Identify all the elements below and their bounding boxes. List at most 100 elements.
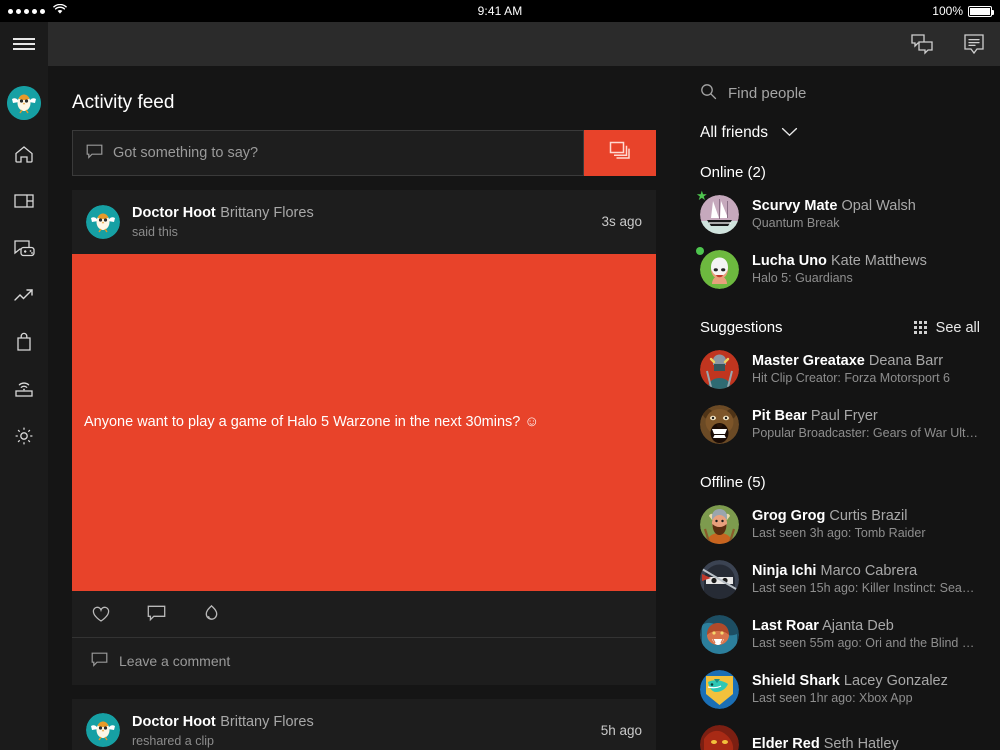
comment-bubble-icon bbox=[91, 652, 108, 670]
sidebar-item-console[interactable] bbox=[0, 365, 48, 412]
leave-comment-field[interactable]: Leave a comment bbox=[72, 638, 656, 685]
section-header-online: Online (2) bbox=[680, 142, 1000, 187]
feed-post: Doctor Hoot Brittany Flores reshared a c… bbox=[72, 698, 656, 750]
friend-gamertag: Pit Bear bbox=[752, 408, 807, 425]
friend-list-item[interactable]: Lucha Uno Kate Matthews Halo 5: Guardian… bbox=[680, 242, 1000, 297]
friend-gamertag: Grog Grog bbox=[752, 508, 826, 525]
friend-names: Ninja Ichi Marco Cabrera Last seen 15h a… bbox=[752, 562, 980, 597]
messages-icon[interactable] bbox=[948, 22, 1000, 66]
friend-status: Halo 5: Guardians bbox=[752, 271, 853, 286]
comment-bubble-icon bbox=[86, 144, 103, 163]
friend-list-item[interactable]: Elder Red Seth Hatley bbox=[680, 717, 1000, 750]
status-bar-right: 100% bbox=[932, 4, 994, 18]
friend-gamertag: Scurvy Mate bbox=[752, 198, 838, 215]
friend-gamertag: Lucha Uno bbox=[752, 253, 827, 270]
friend-names: Lucha Uno Kate Matthews Halo 5: Guardian… bbox=[752, 252, 927, 287]
search-input[interactable]: Find people bbox=[680, 66, 1000, 104]
post-subtitle: said this bbox=[132, 225, 178, 239]
friend-gamertag: Shield Shark bbox=[752, 673, 840, 690]
friends-filter-dropdown[interactable]: All friends bbox=[680, 104, 1000, 142]
sidebar-item-trending[interactable] bbox=[0, 271, 48, 318]
shark-shield-avatar bbox=[700, 670, 739, 709]
friend-realname: Ajanta Deb bbox=[822, 618, 894, 635]
section-title: Suggestions bbox=[700, 319, 783, 336]
post-author: Doctor Hoot Brittany Flores said this bbox=[132, 203, 589, 241]
sidebar-item-pins[interactable] bbox=[0, 177, 48, 224]
rail-user-avatar[interactable] bbox=[7, 86, 41, 120]
composer-input-wrap[interactable]: Got something to say? bbox=[72, 130, 584, 176]
friend-names: Elder Red Seth Hatley bbox=[752, 735, 899, 750]
friend-list-item[interactable]: Master Greataxe Deana Barr Hit Clip Crea… bbox=[680, 342, 1000, 397]
heart-icon[interactable] bbox=[91, 605, 111, 623]
page-title: Activity feed bbox=[72, 92, 175, 113]
lion-avatar bbox=[700, 615, 739, 654]
app-window: 9:41 AM 100% Activity feed Got something… bbox=[0, 0, 1000, 750]
friend-status: Popular Broadcaster: Gears of War Ultim… bbox=[752, 426, 980, 441]
composer-placeholder: Got something to say? bbox=[113, 145, 259, 161]
share-post-button[interactable] bbox=[584, 130, 656, 176]
friend-realname: Paul Fryer bbox=[810, 408, 878, 425]
leave-comment-placeholder: Leave a comment bbox=[119, 653, 231, 670]
friend-names: Shield Shark Lacey Gonzalez Last seen 1h… bbox=[752, 672, 948, 707]
post-text-body: Anyone want to play a game of Halo 5 War… bbox=[72, 253, 656, 591]
see-all-label: See all bbox=[935, 319, 980, 336]
post-gamertag[interactable]: Doctor Hoot bbox=[132, 714, 216, 730]
post-composer: Got something to say? bbox=[72, 130, 656, 176]
friend-list-item[interactable]: ★ Scurvy Mate Opal Walsh Quantum Break bbox=[680, 187, 1000, 242]
section-title: Offline (5) bbox=[700, 474, 766, 491]
viking-avatar bbox=[700, 505, 739, 544]
friend-list-item[interactable]: Last Roar Ajanta Deb Last seen 55m ago: … bbox=[680, 607, 1000, 662]
friend-list-item[interactable]: Shield Shark Lacey Gonzalez Last seen 1h… bbox=[680, 662, 1000, 717]
comment-bubble-icon[interactable] bbox=[147, 605, 166, 622]
search-placeholder: Find people bbox=[728, 85, 807, 102]
friend-realname: Lacey Gonzalez bbox=[843, 673, 948, 690]
friend-status: Hit Clip Creator: Forza Motorsport 6 bbox=[752, 371, 950, 386]
people-panel: Find people All friends Online (2) ★ Scu… bbox=[680, 66, 1000, 750]
friend-realname: Deana Barr bbox=[868, 353, 944, 370]
friend-list-item[interactable]: Pit Bear Paul Fryer Popular Broadcaster:… bbox=[680, 397, 1000, 452]
post-author: Doctor Hoot Brittany Flores reshared a c… bbox=[132, 712, 589, 750]
post-timestamp: 3s ago bbox=[601, 214, 642, 230]
grid-dots-icon bbox=[913, 321, 927, 334]
friend-names: Grog Grog Curtis Brazil Last seen 3h ago… bbox=[752, 507, 926, 542]
owl-avatar[interactable] bbox=[86, 713, 120, 748]
app-header bbox=[48, 22, 1000, 66]
status-bar-clock: 9:41 AM bbox=[477, 4, 523, 18]
hamburger-menu-icon[interactable] bbox=[0, 22, 48, 66]
sidebar-item-game-stream[interactable] bbox=[0, 224, 48, 271]
reshare-icon[interactable] bbox=[202, 604, 221, 623]
bear-avatar bbox=[700, 405, 739, 444]
battery-icon bbox=[968, 5, 994, 17]
friends-filter-label: All friends bbox=[700, 124, 769, 141]
post-header: Doctor Hoot Brittany Flores reshared a c… bbox=[72, 699, 656, 750]
friend-realname: Marco Cabrera bbox=[820, 563, 918, 580]
friend-list-item[interactable]: Grog Grog Curtis Brazil Last seen 3h ago… bbox=[680, 497, 1000, 552]
search-icon bbox=[700, 83, 717, 104]
sidebar-item-store[interactable] bbox=[0, 318, 48, 365]
friend-gamertag: Ninja Ichi bbox=[752, 563, 817, 580]
pirate-ship-avatar bbox=[700, 195, 739, 234]
friend-names: Master Greataxe Deana Barr Hit Clip Crea… bbox=[752, 352, 950, 387]
axe-warrior-avatar bbox=[700, 350, 739, 389]
post-realname: Brittany Flores bbox=[220, 205, 314, 221]
navigation-rail bbox=[0, 22, 48, 750]
battery-percent-label: 100% bbox=[932, 4, 963, 18]
friend-names: Last Roar Ajanta Deb Last seen 55m ago: … bbox=[752, 617, 980, 652]
elder-red-avatar bbox=[700, 725, 739, 750]
post-gamertag[interactable]: Doctor Hoot bbox=[132, 205, 216, 221]
friend-realname: Kate Matthews bbox=[830, 253, 927, 270]
owl-avatar[interactable] bbox=[86, 204, 120, 239]
friend-names: Scurvy Mate Opal Walsh Quantum Break bbox=[752, 197, 916, 232]
post-text: Anyone want to play a game of Halo 5 War… bbox=[84, 414, 540, 431]
friend-realname: Seth Hatley bbox=[823, 735, 899, 750]
friend-list-item[interactable]: Ninja Ichi Marco Cabrera Last seen 15h a… bbox=[680, 552, 1000, 607]
friend-realname: Curtis Brazil bbox=[829, 508, 908, 525]
sidebar-item-settings[interactable] bbox=[0, 412, 48, 459]
party-chat-icon[interactable] bbox=[896, 22, 948, 66]
post-action-bar bbox=[72, 591, 656, 638]
sidebar-item-home[interactable] bbox=[0, 130, 48, 177]
ninja-avatar bbox=[700, 560, 739, 599]
friend-status: Quantum Break bbox=[752, 216, 840, 231]
see-all-button[interactable]: See all bbox=[913, 319, 980, 336]
friend-status: Last seen 3h ago: Tomb Raider bbox=[752, 526, 926, 541]
